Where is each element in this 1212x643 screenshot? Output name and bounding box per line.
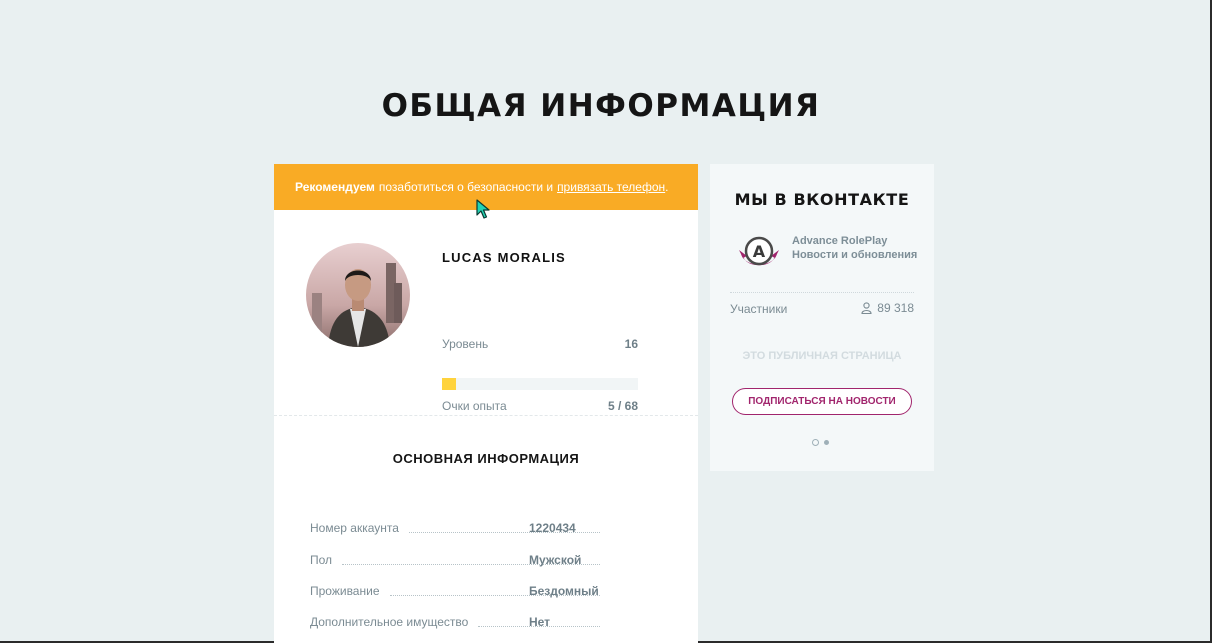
info-row-account: Номер аккаунта 1220434 xyxy=(310,517,610,535)
level-value: 16 xyxy=(624,337,638,351)
profile-card: Рекомендуем позаботиться о безопасности … xyxy=(274,164,698,643)
bind-phone-link[interactable]: привязать телефон xyxy=(557,180,665,194)
divider xyxy=(730,292,914,293)
xp-value: 5 / 68 xyxy=(607,399,638,413)
carousel-dots xyxy=(812,439,829,446)
username: LUCAS MORALIS xyxy=(442,250,566,265)
logo-letter: A xyxy=(753,242,766,261)
members-label: Участники xyxy=(730,302,788,316)
vk-group-description: Новости и обновления xyxy=(792,249,918,261)
info-row-property: Дополнительное имущество Нет xyxy=(310,611,610,629)
avatar-image xyxy=(306,243,410,347)
vk-widget: МЫ В ВКОНТАКТЕ A Advance RolePlay Новост… xyxy=(710,164,934,471)
members-count: 89 318 xyxy=(877,301,914,315)
vk-widget-title: МЫ В ВКОНТАКТЕ xyxy=(734,190,910,209)
info-row-residence: Проживание Бездомный xyxy=(310,580,610,598)
carousel-dot[interactable] xyxy=(824,440,829,445)
level-label: Уровень xyxy=(442,337,489,351)
profile-summary: LUCAS MORALIS Уровень 16 Очки опыта 5 / … xyxy=(274,210,698,416)
info-row-gender: Пол Мужской xyxy=(310,549,610,567)
info-value: 1220434 xyxy=(529,521,576,535)
page-title: ОБЩАЯ ИНФОРМАЦИЯ xyxy=(381,88,821,124)
alert-end: . xyxy=(665,180,669,194)
alert-text: позаботиться о безопасности и xyxy=(378,180,554,194)
basic-info-title: ОСНОВНАЯ ИНФОРМАЦИЯ xyxy=(392,451,580,466)
xp-progress-bar xyxy=(442,378,638,390)
info-value: Бездомный xyxy=(529,584,599,598)
alert-strong: Рекомендуем xyxy=(295,180,375,194)
info-label: Пол xyxy=(310,553,333,567)
xp-progress-fill xyxy=(442,378,457,390)
group-logo-icon[interactable]: A xyxy=(737,234,781,274)
info-label: Номер аккаунта xyxy=(310,521,399,535)
avatar[interactable] xyxy=(306,243,410,347)
info-value: Нет xyxy=(529,615,551,629)
carousel-dot-active[interactable] xyxy=(812,439,819,446)
members-count-group: 89 318 xyxy=(861,301,914,315)
subscribe-button[interactable]: ПОДПИСАТЬСЯ НА НОВОСТИ xyxy=(732,388,912,415)
info-value: Мужской xyxy=(529,553,582,567)
vk-group-name[interactable]: Advance RolePlay xyxy=(792,235,887,247)
info-label: Проживание xyxy=(310,584,380,598)
xp-label: Очки опыта xyxy=(442,399,507,413)
user-icon xyxy=(861,302,872,314)
public-page-note: ЭТО ПУБЛИЧНАЯ СТРАНИЦА xyxy=(742,350,902,362)
info-label: Дополнительное имущество xyxy=(310,615,469,629)
